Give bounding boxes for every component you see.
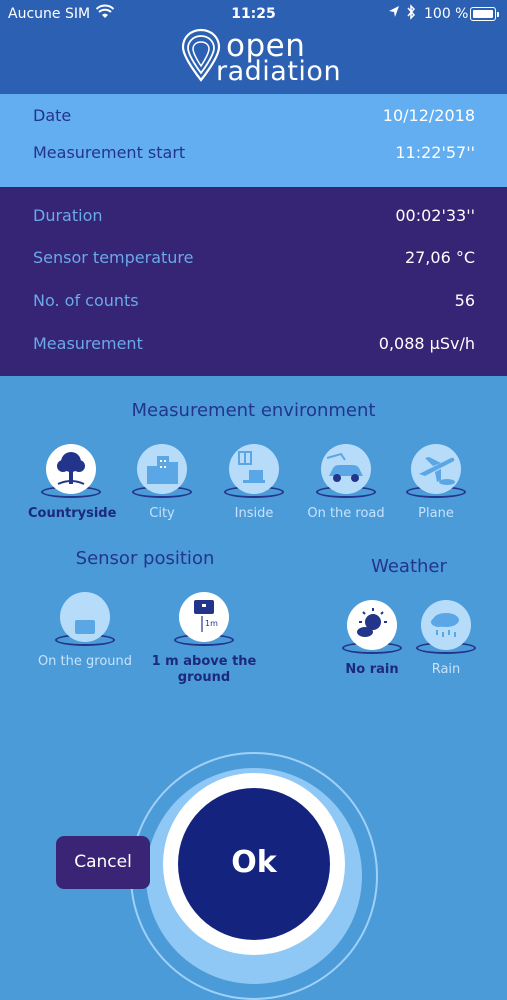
start-label: Measurement start xyxy=(33,143,186,162)
date-value: 10/12/2018 xyxy=(382,106,475,125)
env-option-label: Countryside xyxy=(28,506,117,521)
rain-cloud-icon xyxy=(421,600,471,650)
weather-option-rain[interactable]: Rain xyxy=(412,600,480,678)
city-icon xyxy=(137,444,187,494)
ok-button[interactable]: Ok xyxy=(178,788,330,940)
status-bar: Aucune SIM 11:25 100 % xyxy=(0,0,507,28)
measurement-results-panel: Duration 00:02'33'' Sensor temperature 2… xyxy=(0,187,507,376)
env-option-inside[interactable]: Inside xyxy=(212,444,296,522)
temperature-value: 27,06 °C xyxy=(404,248,475,267)
counts-value: 56 xyxy=(454,291,475,310)
plane-icon xyxy=(411,444,461,494)
logo-text-radiation: radiation xyxy=(216,56,342,87)
weather-option-no-rain[interactable]: No rain xyxy=(336,600,408,678)
env-option-label: Inside xyxy=(234,506,274,521)
duration-label: Duration xyxy=(33,206,103,225)
measurement-time-panel: Date 10/12/2018 Measurement start 11:22'… xyxy=(0,94,507,187)
sensor-1m-icon: 1m xyxy=(179,592,229,642)
weather-title: Weather xyxy=(371,556,447,577)
app-header: open radiation xyxy=(0,28,507,94)
svg-text:1m: 1m xyxy=(205,619,218,628)
battery-percent: 100 % xyxy=(424,6,469,22)
measurement-value: 0,088 µSv/h xyxy=(378,334,475,353)
env-option-plane[interactable]: Plane xyxy=(396,444,476,522)
battery-icon xyxy=(470,7,499,21)
weather-option-label: Rain xyxy=(431,662,461,677)
house-interior-icon xyxy=(229,444,279,494)
env-option-label: On the road xyxy=(307,506,385,521)
measurement-label: Measurement xyxy=(33,334,143,353)
location-icon xyxy=(388,5,400,23)
sensor-position-title: Sensor position xyxy=(75,548,215,569)
env-option-city[interactable]: City xyxy=(120,444,204,522)
env-option-label: City xyxy=(149,506,175,521)
weather-option-label: No rain xyxy=(345,662,399,677)
sensor-ground-icon xyxy=(60,592,110,642)
sensor-option-on-the-ground[interactable]: On the ground xyxy=(30,592,140,670)
env-option-countryside[interactable]: Countryside xyxy=(28,444,117,522)
duration-value: 00:02'33'' xyxy=(395,206,475,225)
temperature-label: Sensor temperature xyxy=(33,248,194,267)
environment-title: Measurement environment xyxy=(131,400,376,421)
sensor-option-label: On the ground xyxy=(37,654,133,669)
tree-icon xyxy=(46,444,96,494)
car-icon xyxy=(321,444,371,494)
sensor-option-1m-above[interactable]: 1m 1 m above the ground xyxy=(150,592,258,686)
start-value: 11:22'57'' xyxy=(395,143,475,162)
env-option-label: Plane xyxy=(418,506,454,521)
counts-label: No. of counts xyxy=(33,291,139,310)
date-label: Date xyxy=(33,106,72,125)
env-option-on-the-road[interactable]: On the road xyxy=(300,444,392,522)
cancel-button[interactable]: Cancel xyxy=(56,836,150,889)
sensor-option-label: 1 m above the ground xyxy=(151,654,257,685)
bluetooth-icon xyxy=(406,4,416,24)
sun-icon xyxy=(347,600,397,650)
